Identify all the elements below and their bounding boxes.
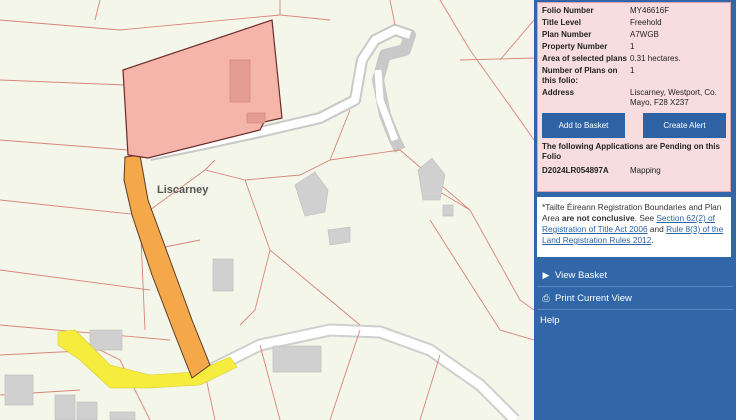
folio-row-key: Area of selected plans xyxy=(542,54,627,63)
print-view-link[interactable]: ⎙ Print Current View xyxy=(540,290,632,306)
folio-row-value: Liscarney, Westport, Co. Mayo, F28 X237 xyxy=(630,88,717,107)
disclaimer: *Tailte Éireann Registration Boundaries … xyxy=(537,197,731,257)
folio-row-key: Plan Number xyxy=(542,30,592,39)
folio-row: Folio Number MY46616F xyxy=(542,6,726,16)
disclaimer-text: and xyxy=(647,224,667,234)
pending-application-type: Mapping xyxy=(630,166,661,175)
place-label: Liscarney xyxy=(157,184,209,196)
pending-application-row: D2024LR054897A Mapping xyxy=(542,166,726,176)
pending-title: The following Applications are Pending o… xyxy=(542,142,720,161)
folio-row: Area of selected plans 0.31 hectares. xyxy=(542,54,726,64)
folio-row: Title Level Freehold xyxy=(542,18,726,28)
folio-row-key: Number of Plans on this folio: xyxy=(542,66,618,85)
folio-row-value: 1 xyxy=(630,42,635,51)
folio-row: Address Liscarney, Westport, Co. Mayo, F… xyxy=(542,88,726,108)
disclaimer-text: . See xyxy=(634,213,657,223)
folio-row-value: MY46616F xyxy=(630,6,670,15)
pending-application-id: D2024LR054897A xyxy=(542,166,609,175)
view-basket-link[interactable]: ▶ View Basket xyxy=(540,267,608,283)
view-basket-label: View Basket xyxy=(555,270,608,281)
folio-row-value: 0.31 hectares. xyxy=(630,54,681,63)
folio-row-value: A7WGB xyxy=(630,30,659,39)
divider xyxy=(537,309,733,310)
folio-row-key: Folio Number xyxy=(542,6,594,15)
disclaimer-bold: are not conclusive xyxy=(561,213,635,223)
folio-row: Property Number 1 xyxy=(542,42,726,52)
create-alert-button[interactable]: Create Alert xyxy=(643,113,726,138)
add-to-basket-button[interactable]: Add to Basket xyxy=(542,113,625,138)
folio-row: Number of Plans on this folio: 1 xyxy=(542,66,726,86)
help-link[interactable]: Help xyxy=(540,313,560,329)
side-panel: Folio Number MY46616F Title Level Freeho… xyxy=(534,0,736,420)
folio-row-value: 1 xyxy=(630,66,635,75)
folio-row: Plan Number A7WGB xyxy=(542,30,726,40)
folio-rows: Folio Number MY46616F Title Level Freeho… xyxy=(542,6,726,108)
disclaimer-text: . xyxy=(651,235,654,245)
help-label: Help xyxy=(540,315,560,326)
print-view-label: Print Current View xyxy=(555,293,632,304)
folio-row-value: Freehold xyxy=(630,18,662,27)
folio-row-key: Title Level xyxy=(542,18,581,27)
map-canvas[interactable] xyxy=(0,0,534,420)
basket-icon: ▶ xyxy=(542,270,550,280)
map-view[interactable]: Liscarney xyxy=(0,0,534,420)
folio-info-box: Folio Number MY46616F Title Level Freeho… xyxy=(537,2,731,192)
printer-icon: ⎙ xyxy=(542,293,550,303)
action-buttons: Add to Basket Create Alert xyxy=(542,113,726,138)
folio-row-key: Address xyxy=(542,88,575,97)
folio-row-key: Property Number xyxy=(542,42,608,51)
divider xyxy=(537,286,733,287)
